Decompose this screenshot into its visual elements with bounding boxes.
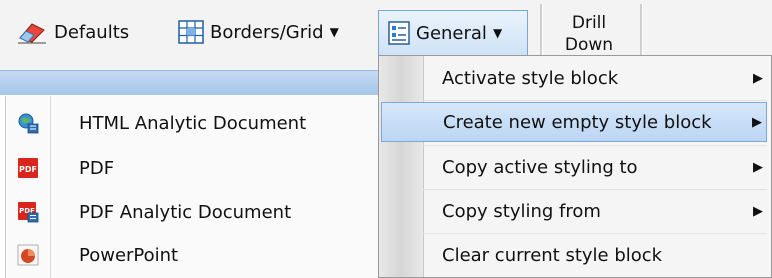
svg-text:PDF: PDF xyxy=(19,165,37,174)
menu-divider xyxy=(423,189,767,190)
borders-grid-button[interactable]: Borders/Grid ▼ xyxy=(178,10,339,54)
submenu-arrow-icon: ▶ xyxy=(753,70,763,86)
menu-item-create-new-empty-style-block[interactable]: Create new empty style block ▶ xyxy=(381,102,767,142)
menu-item-label: Copy active styling to xyxy=(442,156,638,178)
general-button[interactable]: General ▼ xyxy=(378,10,528,56)
borders-dropdown-icon[interactable]: ▼ xyxy=(330,25,339,39)
menu-item-label: PDF Analytic Document xyxy=(79,201,292,223)
submenu-arrow-icon: ▶ xyxy=(753,203,763,219)
menu-item-label: HTML Analytic Document xyxy=(79,112,307,134)
menu-item-powerpoint[interactable]: PowerPoint xyxy=(6,235,378,275)
menu-item-label: PDF xyxy=(79,157,115,179)
html-analytic-icon xyxy=(17,112,39,134)
menu-item-clear-current-style-block[interactable]: Clear current style block xyxy=(381,235,767,275)
menu-item-pdf-analytic[interactable]: PDF PDF Analytic Document xyxy=(6,192,378,232)
menu-item-pdf[interactable]: PDF PDF xyxy=(6,148,378,188)
submenu-arrow-icon: ▶ xyxy=(752,114,762,130)
menu-divider xyxy=(423,233,767,234)
menu-item-label: Activate style block xyxy=(442,67,619,89)
drill-down-label-line1: Drill xyxy=(571,13,607,33)
menu-item-label: Create new empty style block xyxy=(443,111,712,133)
defaults-label: Defaults xyxy=(54,21,130,43)
ribbon-band xyxy=(0,70,380,95)
output-format-menu: HTML Analytic Document PDF PDF PDF PDF A… xyxy=(5,96,378,278)
document-style-icon xyxy=(388,21,410,45)
menu-divider xyxy=(423,100,767,101)
menu-item-copy-active-styling-to[interactable]: Copy active styling to ▶ xyxy=(381,147,767,187)
menu-item-html-analytic[interactable]: HTML Analytic Document xyxy=(6,103,378,143)
menu-divider xyxy=(423,145,767,146)
general-dropdown-icon[interactable]: ▼ xyxy=(493,26,502,40)
pdf-analytic-icon: PDF xyxy=(17,201,39,223)
general-label: General xyxy=(416,22,487,44)
pdf-icon: PDF xyxy=(17,157,39,179)
grid-icon xyxy=(178,20,204,44)
menu-item-label: PowerPoint xyxy=(79,244,179,266)
borders-grid-label: Borders/Grid xyxy=(210,21,324,43)
defaults-button[interactable]: Defaults xyxy=(16,10,129,54)
menu-item-activate-style-block[interactable]: Activate style block ▶ xyxy=(381,58,767,98)
general-dropdown-menu: Activate style block ▶ Create new empty … xyxy=(378,55,772,278)
submenu-arrow-icon: ▶ xyxy=(753,159,763,175)
eraser-icon xyxy=(16,20,48,44)
drill-down-label-line2: Down xyxy=(564,35,614,55)
menu-item-label: Clear current style block xyxy=(442,244,663,266)
powerpoint-icon xyxy=(17,244,39,266)
menu-item-label: Copy styling from xyxy=(442,200,601,222)
menu-item-copy-styling-from[interactable]: Copy styling from ▶ xyxy=(381,191,767,231)
